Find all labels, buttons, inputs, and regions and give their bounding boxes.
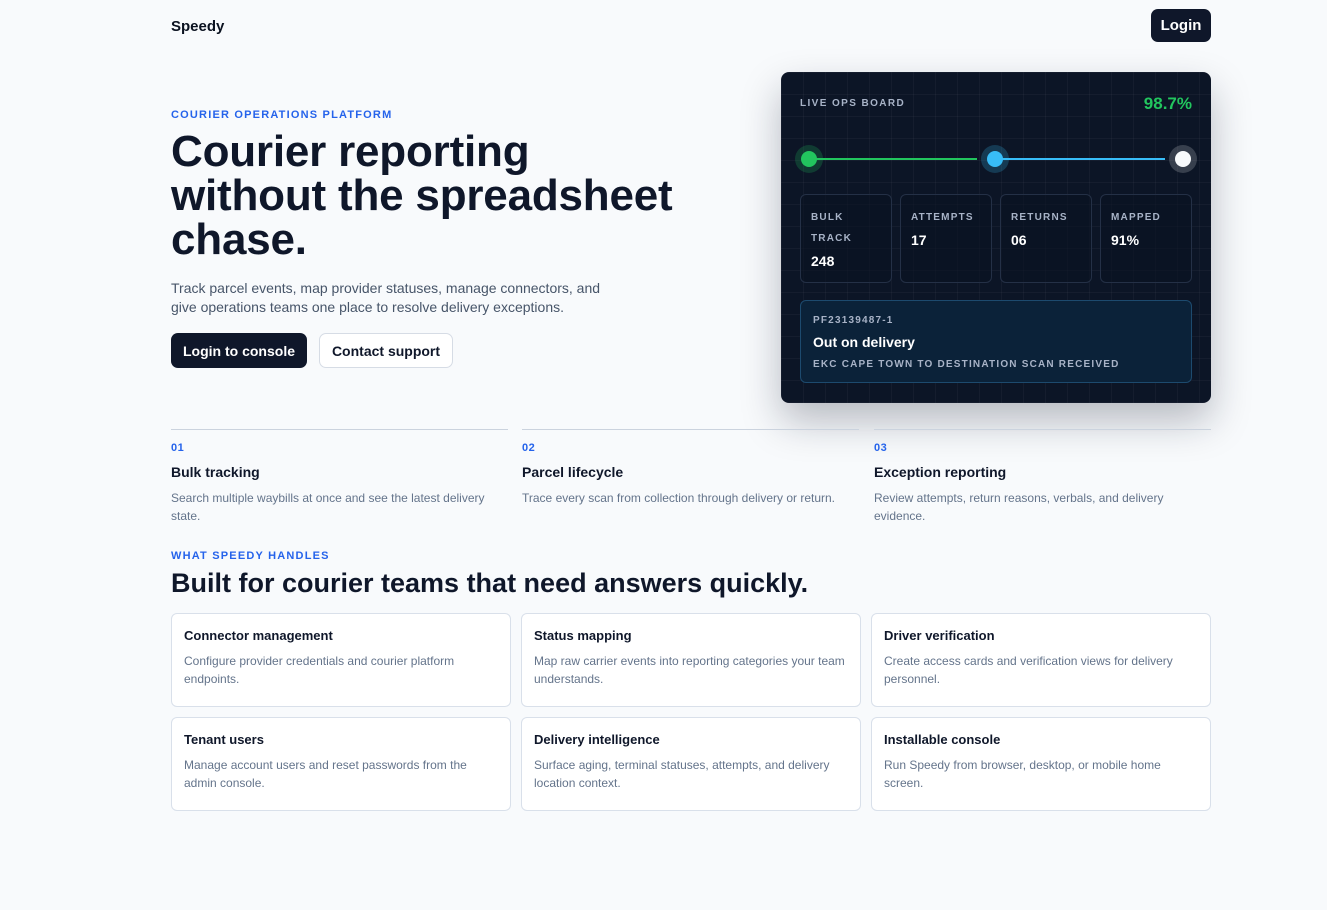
step-exception-reporting: 03 Exception reporting Review attempts, …	[874, 429, 1211, 525]
stat-label: MAPPED	[1111, 212, 1161, 223]
card-description: Create access cards and verification vie…	[884, 654, 1173, 686]
stat-bulk-track: BULK TRACK 248	[800, 194, 892, 283]
step-title: Parcel lifecycle	[522, 464, 624, 480]
stat-value: 91%	[1111, 232, 1140, 248]
stat-label: RETURNS	[1011, 212, 1068, 223]
features-title: Built for courier teams that need answer…	[171, 568, 809, 598]
top-navigation: Speedy Login	[171, 0, 1211, 52]
step-title: Exception reporting	[874, 464, 1007, 480]
stat-value: 06	[1011, 232, 1027, 248]
card-description: Run Speedy from browser, desktop, or mob…	[884, 758, 1161, 790]
step-description: Trace every scan from collection through…	[522, 491, 836, 505]
contact-support-button[interactable]: Contact support	[319, 333, 453, 368]
feature-card-connector-management: Connector management Configure provider …	[171, 613, 511, 707]
stat-label: BULK TRACK	[811, 212, 852, 244]
track-line-delivered	[811, 158, 977, 160]
step-bulk-tracking: 01 Bulk tracking Search multiple waybill…	[171, 429, 508, 525]
track-node-start	[795, 145, 823, 173]
card-title: Status mapping	[534, 628, 632, 643]
features-eyebrow: WHAT SPEEDY HANDLES	[171, 550, 330, 562]
track-node-end	[1169, 145, 1197, 173]
card-title: Driver verification	[884, 628, 995, 643]
step-parcel-lifecycle: 02 Parcel lifecycle Trace every scan fro…	[522, 429, 859, 507]
feature-card-delivery-intelligence: Delivery intelligence Surface aging, ter…	[521, 717, 861, 811]
feature-card-tenant-users: Tenant users Manage account users and re…	[171, 717, 511, 811]
parcel-waybill-id: PF23139487-1	[813, 315, 894, 326]
login-button[interactable]: Login	[1151, 9, 1211, 42]
stat-returns: RETURNS 06	[1000, 194, 1092, 283]
step-number: 01	[171, 442, 185, 454]
feature-card-status-mapping: Status mapping Map raw carrier events in…	[521, 613, 861, 707]
step-description: Search multiple waybills at once and see…	[171, 491, 485, 523]
card-title: Delivery intelligence	[534, 732, 660, 747]
card-description: Surface aging, terminal statuses, attemp…	[534, 758, 830, 790]
parcel-status: Out on delivery	[813, 334, 915, 350]
feature-card-driver-verification: Driver verification Create access cards …	[871, 613, 1211, 707]
card-title: Tenant users	[184, 732, 264, 747]
card-title: Installable console	[884, 732, 1001, 747]
stat-label: ATTEMPTS	[911, 212, 974, 223]
feature-card-installable-console: Installable console Run Speedy from brow…	[871, 717, 1211, 811]
step-number: 03	[874, 442, 888, 454]
step-number: 02	[522, 442, 536, 454]
stat-mapped: MAPPED 91%	[1100, 194, 1192, 283]
parcel-scan-note: EKC CAPE TOWN TO DESTINATION SCAN RECEIV…	[813, 359, 1120, 370]
board-percent: 98.7%	[1143, 94, 1192, 113]
stat-value: 17	[911, 232, 927, 248]
card-description: Map raw carrier events into reporting ca…	[534, 654, 845, 686]
step-description: Review attempts, return reasons, verbals…	[874, 491, 1164, 523]
hero-description: Track parcel events, map provider status…	[171, 280, 601, 315]
parcel-status-card[interactable]: PF23139487-1 Out on delivery EKC CAPE TO…	[800, 300, 1192, 383]
stat-attempts: ATTEMPTS 17	[900, 194, 992, 283]
stat-value: 248	[811, 253, 835, 269]
track-node-middle	[981, 145, 1009, 173]
live-ops-board: LIVE OPS BOARD 98.7% BULK TRACK 248 ATTE…	[781, 72, 1211, 403]
brand-logo[interactable]: Speedy	[171, 18, 224, 35]
track-line-transit	[995, 158, 1165, 160]
card-title: Connector management	[184, 628, 333, 643]
card-description: Configure provider credentials and couri…	[184, 654, 455, 686]
progress-track	[795, 144, 1199, 174]
card-description: Manage account users and reset passwords…	[184, 758, 467, 790]
board-label: LIVE OPS BOARD	[800, 98, 906, 109]
hero-eyebrow: COURIER OPERATIONS PLATFORM	[171, 109, 393, 121]
hero-title: Courier reporting without the spreadshee…	[171, 127, 673, 264]
step-title: Bulk tracking	[171, 464, 260, 480]
login-to-console-button[interactable]: Login to console	[171, 333, 307, 368]
